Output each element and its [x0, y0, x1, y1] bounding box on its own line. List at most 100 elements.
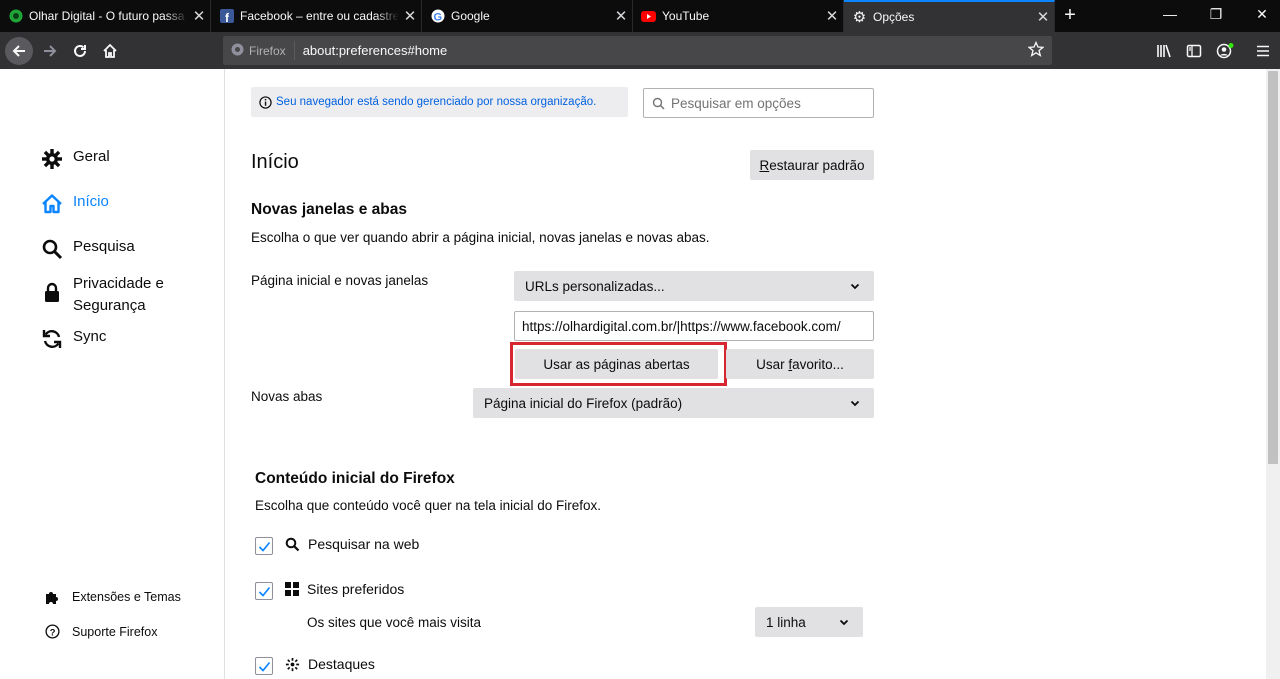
sidebar-item-label: Sync — [73, 328, 107, 345]
section-title-new-windows: Novas janelas e abas — [251, 201, 407, 218]
sidebar-item-pesquisa[interactable]: Pesquisa — [40, 238, 135, 260]
sidebar-icon — [1186, 44, 1202, 57]
reload-button[interactable] — [66, 32, 94, 69]
tab-strip: Olhar Digital - O futuro passa p ✕ f Fac… — [0, 0, 1280, 32]
highlights-option[interactable]: Destaques — [285, 656, 375, 672]
top-sites-rows-select[interactable]: 1 linha — [755, 607, 863, 637]
new-tabs-select[interactable]: Página inicial do Firefox (padrão) — [473, 388, 874, 418]
checkmark-icon — [258, 541, 270, 552]
policies-notice[interactable]: Seu navegador está sendo gerenciado por … — [251, 87, 628, 117]
close-tab-icon[interactable]: ✕ — [821, 7, 843, 25]
tab-facebook[interactable]: f Facebook – entre ou cadastre-se ✕ — [211, 0, 422, 32]
url-bar[interactable]: Firefox about:preferences#home — [223, 36, 1052, 65]
page-scrollbar[interactable] — [1266, 69, 1280, 679]
select-value: 1 linha — [766, 614, 806, 630]
facebook-icon: f — [219, 9, 234, 24]
sidebar-item-label: Privacidade e Segurança — [73, 275, 164, 314]
option-label: Destaques — [308, 656, 375, 672]
close-tab-icon[interactable]: ✕ — [399, 7, 421, 25]
tab-google[interactable]: G Google ✕ — [422, 0, 633, 32]
page-title: Início — [251, 151, 299, 173]
nav-toolbar: Firefox about:preferences#home — [0, 32, 1280, 69]
sidebar-item-label: Início — [73, 193, 109, 210]
sidebar-item-privacidade[interactable]: Privacidade e Segurança — [40, 273, 173, 317]
sidebar-item-inicio[interactable]: Início — [40, 193, 109, 215]
hamburger-menu-icon — [1257, 45, 1269, 56]
footer-link-label: Extensões e Temas — [72, 590, 181, 604]
sidebar-item-geral[interactable]: Geral — [40, 148, 110, 170]
close-tab-icon[interactable]: ✕ — [610, 7, 632, 25]
checkbox-web-search[interactable] — [255, 537, 273, 555]
option-label: Pesquisar na web — [308, 536, 420, 552]
identity-box[interactable]: Firefox — [223, 41, 295, 60]
categories-sidebar: Geral Início Pesquisa Privacidade e Segu… — [0, 69, 225, 679]
close-tab-icon[interactable]: ✕ — [188, 7, 210, 25]
sidebar-item-label: Geral — [73, 148, 110, 165]
scrollbar-thumb[interactable] — [1268, 71, 1278, 464]
home-icon — [103, 43, 117, 58]
lock-icon — [40, 281, 64, 303]
firefox-icon — [231, 43, 244, 59]
button-label-post: avorito... — [792, 356, 844, 372]
account-icon — [1216, 42, 1234, 58]
top-sites-option[interactable]: Sites preferidos — [285, 581, 404, 597]
restore-label: estaurar padrão — [769, 157, 865, 173]
back-button[interactable] — [4, 32, 34, 69]
highlights-icon — [285, 657, 300, 672]
preferences-main: Seu navegador está sendo gerenciado por … — [226, 69, 1266, 679]
button-label-pre: Usar — [756, 356, 789, 372]
minimize-icon[interactable]: — — [1155, 6, 1185, 22]
bookmark-star-icon[interactable] — [1027, 40, 1045, 60]
home-icon — [40, 193, 64, 215]
menu-button[interactable] — [1249, 32, 1277, 69]
tab-olhar-digital[interactable]: Olhar Digital - O futuro passa p ✕ — [0, 0, 211, 32]
restore-defaults-button[interactable]: Restaurar padrão — [750, 150, 874, 180]
url-text[interactable]: about:preferences#home — [303, 43, 448, 58]
homepage-mode-select[interactable]: URLs personalizadas... — [514, 271, 874, 301]
use-bookmark-button[interactable]: Usar f avorito... — [726, 349, 874, 379]
checkbox-highlights[interactable] — [255, 657, 273, 675]
checkbox-top-sites[interactable] — [255, 582, 273, 600]
info-icon — [259, 95, 272, 109]
account-button[interactable] — [1211, 32, 1239, 69]
help-icon: ? — [43, 624, 61, 639]
sidebar-item-label: Pesquisa — [73, 238, 135, 255]
forward-button[interactable] — [36, 32, 64, 69]
restore-window-icon[interactable]: ❐ — [1201, 6, 1231, 23]
svg-text:G: G — [433, 12, 442, 24]
homepage-url-value: https://olhardigital.com.br/|https://www… — [522, 318, 841, 334]
close-window-icon[interactable]: ✕ — [1247, 6, 1277, 23]
close-tab-icon[interactable]: ✕ — [1032, 8, 1054, 26]
select-value: Página inicial do Firefox (padrão) — [484, 395, 683, 411]
checkmark-icon — [258, 586, 270, 597]
new-tab-button[interactable]: + — [1058, 4, 1082, 27]
tab-title: Opções — [873, 10, 915, 24]
search-placeholder: Pesquisar em opções — [671, 95, 801, 111]
tab-opcoes[interactable]: ⚙ Opções ✕ — [844, 0, 1055, 32]
sidebar-item-sync[interactable]: Sync — [40, 328, 106, 350]
library-button[interactable] — [1150, 32, 1178, 69]
grid-icon — [285, 582, 299, 596]
gear-icon — [40, 148, 64, 170]
sidebar-footer-support[interactable]: ? Suporte Firefox — [43, 624, 157, 639]
homepage-url-field[interactable]: https://olhardigital.com.br/|https://www… — [514, 311, 874, 341]
checkmark-icon — [258, 661, 270, 672]
web-search-option[interactable]: Pesquisar na web — [285, 536, 419, 552]
section-desc: Escolha o que ver quando abrir a página … — [251, 230, 710, 245]
section-desc: Escolha que conteúdo você quer na tela i… — [255, 498, 601, 513]
search-icon — [652, 97, 665, 110]
search-input[interactable]: Pesquisar em opções — [643, 88, 874, 118]
chevron-down-icon — [839, 615, 849, 630]
home-button[interactable] — [96, 32, 124, 69]
youtube-icon — [641, 9, 656, 24]
sidebar-toggle-button[interactable] — [1180, 32, 1208, 69]
tab-title: YouTube — [662, 9, 710, 23]
new-tabs-label: Novas abas — [251, 389, 323, 404]
puzzle-icon — [43, 589, 61, 605]
tab-youtube[interactable]: YouTube ✕ — [633, 0, 844, 32]
forward-arrow-icon — [44, 44, 57, 57]
sidebar-footer-extensions[interactable]: Extensões e Temas — [43, 589, 181, 605]
identity-label: Firefox — [249, 43, 286, 58]
footer-link-label: Suporte Firefox — [72, 624, 158, 639]
sync-icon — [40, 328, 64, 350]
